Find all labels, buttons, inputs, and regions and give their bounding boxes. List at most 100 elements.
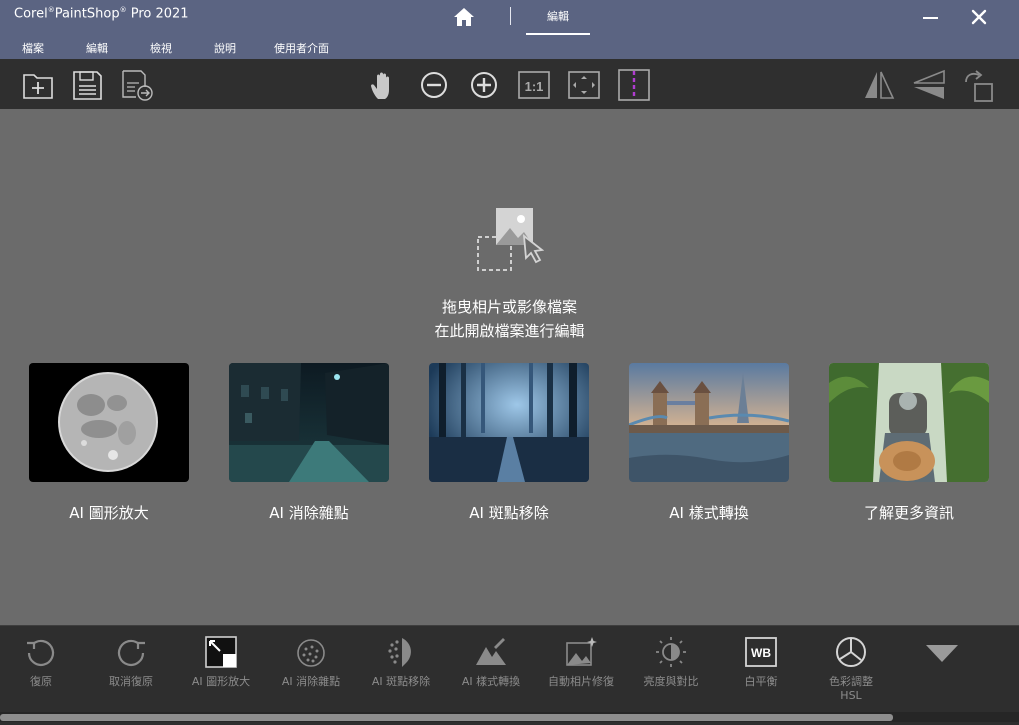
card-ai-upscale[interactable]: [29, 363, 189, 482]
home-button[interactable]: [452, 6, 476, 28]
card-ai-denoise[interactable]: [229, 363, 389, 482]
menu-bar: 檔案 編輯 檢視 說明 使用者介面: [0, 37, 500, 57]
actual-size-icon: 1:1: [518, 71, 550, 99]
redo-label: 取消復原: [109, 675, 153, 688]
app-version: Pro 2021: [130, 6, 189, 22]
title-separator: [510, 7, 511, 25]
close-icon: [971, 9, 987, 25]
card-label-learn-more[interactable]: 了解更多資訊: [809, 502, 1009, 523]
card-learn-more[interactable]: [829, 363, 989, 482]
drop-instructions-line2: 在此開啟檔案進行編輯: [434, 322, 585, 340]
actual-size-label: 1:1: [525, 79, 544, 94]
flip-vertical-button[interactable]: [912, 69, 945, 101]
foggy-forest-photo: [429, 363, 589, 482]
night-street-photo: [229, 363, 389, 482]
tower-bridge-photo: [629, 363, 789, 482]
pan-hand-icon: [371, 72, 389, 99]
menu-help[interactable]: 說明: [214, 40, 236, 56]
zoom-out-icon: [421, 72, 447, 98]
quick-auto-fix-button[interactable]: 自動相片修復: [541, 633, 621, 717]
redo-button[interactable]: 取消復原: [91, 633, 171, 717]
save-as-button[interactable]: [121, 69, 153, 101]
quick-ai-artifact-removal-button[interactable]: AI 斑點移除: [361, 633, 441, 717]
undo-label: 復原: [30, 675, 52, 688]
app-brand: Corel: [14, 6, 48, 22]
menu-view[interactable]: 檢視: [150, 40, 172, 56]
new-file-button[interactable]: [22, 69, 54, 101]
card-ai-style-transfer[interactable]: [629, 363, 789, 482]
quick-ai-style-transfer-label: AI 樣式轉換: [461, 675, 521, 688]
panel-divider: [0, 625, 1019, 626]
save-button[interactable]: [71, 69, 103, 101]
quick-white-balance-label: 白平衡: [744, 675, 778, 688]
flip-horizontal-button[interactable]: [863, 69, 895, 101]
toolbar: 1:1: [0, 59, 1019, 109]
title-bar: Corel®PaintShop® Pro 2021 編輯 檔案 編輯 檢視 說明…: [0, 0, 1019, 59]
fit-to-window-icon: [568, 71, 600, 99]
actual-size-button[interactable]: 1:1: [518, 69, 550, 101]
undo-button[interactable]: 復原: [1, 633, 81, 717]
quick-hsl-button[interactable]: 色彩調整 HSL: [811, 633, 891, 717]
new-file-icon: [23, 74, 53, 99]
rotate-icon: [965, 70, 993, 102]
zoom-in-button[interactable]: [468, 69, 500, 101]
app-product: PaintShop: [54, 6, 120, 22]
drop-image-icon: [474, 206, 545, 276]
app-title: Corel®PaintShop® Pro 2021: [14, 6, 189, 22]
quick-ai-style-transfer-button[interactable]: AI 樣式轉換: [451, 633, 531, 717]
quick-brightness-contrast-label: 亮度與對比: [643, 675, 699, 688]
before-after-button[interactable]: [618, 69, 650, 101]
card-label-ai-style-transfer[interactable]: AI 樣式轉換: [609, 502, 809, 523]
card-label-ai-denoise[interactable]: AI 消除雜點: [209, 502, 409, 523]
flip-horizontal-icon: [865, 71, 895, 99]
quick-ai-upscale-button[interactable]: AI 圖形放大: [181, 633, 261, 717]
chevron-down-icon: [926, 645, 958, 662]
full-moon-photo: [29, 363, 189, 482]
quick-ai-denoise-label: AI 消除雜點: [281, 675, 341, 688]
quick-ai-denoise-button[interactable]: AI 消除雜點: [271, 633, 351, 717]
card-label-ai-upscale[interactable]: AI 圖形放大: [9, 502, 209, 523]
rotate-button[interactable]: [962, 69, 994, 102]
fit-to-window-button[interactable]: [568, 69, 600, 101]
save-as-icon: [122, 70, 153, 101]
quick-tools-panel: 復原 取消復原 AI 圖形放大 AI 消除雜點 AI 斑點移除 AI 樣式轉換 …: [0, 625, 1019, 725]
ai-upscale-icon: [205, 636, 237, 668]
pan-tool-button[interactable]: [368, 69, 400, 101]
quick-ai-upscale-label: AI 圖形放大: [191, 675, 251, 688]
tab-edit-label: 編輯: [547, 10, 569, 23]
quick-white-balance-button[interactable]: WB 白平衡: [721, 633, 801, 717]
white-balance-icon: WB: [745, 637, 777, 667]
menu-user-interface[interactable]: 使用者介面: [274, 40, 329, 56]
card-ai-artifact-removal[interactable]: [429, 363, 589, 482]
brightness-contrast-icon: [656, 637, 686, 667]
close-button[interactable]: [968, 6, 990, 28]
auto-fix-icon: [566, 637, 597, 666]
quick-hsl-label: 色彩調整 HSL: [829, 675, 873, 702]
home-icon: [454, 8, 474, 26]
menu-edit[interactable]: 編輯: [86, 40, 108, 56]
more-tools-button[interactable]: [922, 641, 962, 665]
tab-edit[interactable]: 編輯: [526, 0, 590, 35]
hsl-icon: [836, 637, 866, 667]
save-icon: [73, 71, 102, 100]
minimize-button[interactable]: [920, 6, 942, 28]
zoom-in-icon: [471, 72, 497, 98]
drop-instructions-line1: 拖曳相片或影像檔案: [441, 298, 577, 316]
flip-vertical-icon: [913, 69, 945, 99]
ai-style-transfer-icon: [476, 638, 506, 665]
card-label-ai-artifact-removal[interactable]: AI 斑點移除: [409, 502, 609, 523]
minimize-icon: [923, 17, 938, 19]
quick-ai-artifact-removal-label: AI 斑點移除: [371, 675, 431, 688]
zoom-out-button[interactable]: [418, 69, 450, 101]
scrollbar-thumb[interactable]: [0, 714, 893, 721]
ai-denoise-icon: [297, 639, 325, 667]
wb-badge: WB: [751, 646, 771, 660]
menu-file[interactable]: 檔案: [22, 40, 44, 56]
traveler-jungle-photo: [829, 363, 989, 482]
quick-brightness-contrast-button[interactable]: 亮度與對比: [631, 633, 711, 717]
quick-auto-fix-label: 自動相片修復: [548, 675, 614, 688]
undo-icon: [27, 639, 55, 666]
before-after-split-icon: [618, 69, 650, 101]
ai-artifact-removal-icon: [388, 638, 411, 667]
redo-icon: [117, 639, 145, 666]
